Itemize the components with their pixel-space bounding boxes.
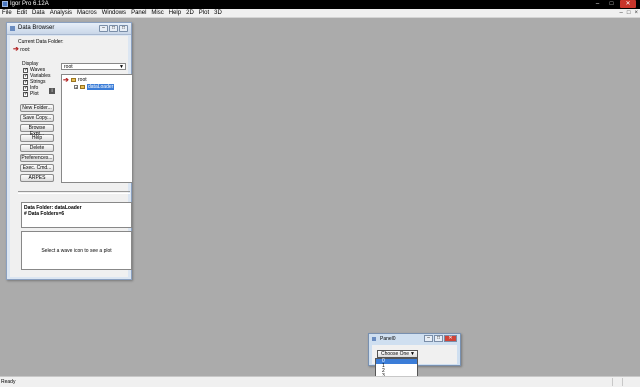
status-bar: Ready bbox=[0, 376, 640, 387]
browse-expt-button[interactable]: Browse Expt... bbox=[20, 124, 54, 137]
minimize-icon[interactable]: – bbox=[99, 25, 108, 32]
folder-tree[interactable]: ➔ root + dataLoader bbox=[61, 74, 133, 183]
panel0-controls: – □ ✕ bbox=[424, 335, 457, 342]
plot-preview: Select a wave icon to see a plot bbox=[21, 231, 132, 270]
help-button[interactable]: Help bbox=[20, 134, 54, 142]
menu-2d[interactable]: 2D bbox=[186, 10, 194, 16]
status-cell bbox=[622, 378, 630, 386]
igor-app-icon bbox=[2, 1, 8, 7]
menu-file[interactable]: File bbox=[2, 10, 12, 16]
data-browser-icon bbox=[10, 26, 15, 31]
menu-misc[interactable]: Misc bbox=[151, 10, 163, 16]
menu-edit[interactable]: Edit bbox=[17, 10, 27, 16]
menu-data[interactable]: Data bbox=[32, 10, 45, 16]
folder-dropdown[interactable]: root ▼ bbox=[61, 63, 126, 70]
restore-icon[interactable]: □ bbox=[109, 25, 118, 32]
minimize-icon[interactable]: – bbox=[424, 335, 433, 342]
checkbox-label: Plot bbox=[30, 91, 39, 97]
tree-item-label: dataLoader bbox=[87, 84, 115, 90]
menu-plot[interactable]: Plot bbox=[199, 10, 209, 16]
panel0-title: Panel0 bbox=[380, 336, 396, 342]
info-icon[interactable]: i bbox=[49, 88, 55, 94]
panel0-titlebar[interactable]: Panel0 – □ ✕ bbox=[369, 334, 460, 344]
menu-3d[interactable]: 3D bbox=[214, 10, 222, 16]
menu-windows[interactable]: Windows bbox=[102, 10, 126, 16]
data-browser-controls: – □ □ bbox=[99, 25, 128, 32]
menu-panel[interactable]: Panel bbox=[131, 10, 146, 16]
data-browser-titlebar[interactable]: Data Browser – □ □ bbox=[7, 23, 131, 35]
status-cell bbox=[612, 378, 620, 386]
folder-icon bbox=[71, 78, 76, 82]
data-browser-title: Data Browser bbox=[18, 25, 55, 31]
folder-info-box: Data Folder: dataLoader # Data Folders=6 bbox=[21, 202, 132, 228]
data-browser-body: Current Data Folder: ➔ root: Display Wav… bbox=[10, 36, 133, 277]
tree-item-label: root bbox=[78, 77, 87, 83]
splitter[interactable] bbox=[18, 191, 130, 194]
panel-icon bbox=[372, 337, 376, 341]
dropdown-arrow-icon: ▼ bbox=[410, 351, 415, 357]
expand-icon[interactable]: + bbox=[74, 85, 78, 90]
data-browser-window: Data Browser – □ □ Current Data Folder: … bbox=[6, 22, 133, 280]
plot-message: Select a wave icon to see a plot bbox=[41, 247, 112, 254]
current-folder-value: root: bbox=[20, 47, 31, 53]
mdi-minimize-icon[interactable]: – bbox=[620, 10, 623, 16]
mdi-close-icon[interactable]: × bbox=[634, 10, 638, 16]
close-icon[interactable]: ✕ bbox=[620, 0, 636, 8]
app-title: Igor Pro 6.12A bbox=[10, 1, 49, 7]
choose-one-label: Choose One bbox=[381, 351, 410, 357]
menu-analysis[interactable]: Analysis bbox=[50, 10, 72, 16]
choose-one-popup[interactable]: Choose One ▼ bbox=[377, 350, 418, 358]
checkbox-icon[interactable] bbox=[23, 91, 28, 97]
folder-icon bbox=[80, 85, 85, 89]
save-copy-button[interactable]: Save Copy... bbox=[20, 114, 54, 122]
window-controls: – □ ✕ bbox=[592, 0, 636, 8]
mdi-controls: – □ × bbox=[620, 10, 638, 16]
red-arrow-icon: ➔ bbox=[13, 46, 19, 53]
red-arrow-icon: ➔ bbox=[63, 77, 69, 84]
delete-button[interactable]: Delete bbox=[20, 144, 54, 152]
maximize-icon[interactable]: □ bbox=[434, 335, 443, 342]
folder-dropdown-value: root bbox=[64, 64, 73, 70]
close-icon[interactable]: ✕ bbox=[444, 335, 457, 342]
tree-item-dataloader[interactable]: + dataLoader bbox=[74, 84, 115, 90]
maximize-icon[interactable]: □ bbox=[606, 0, 617, 8]
app-titlebar: Igor Pro 6.12A – □ ✕ bbox=[0, 0, 640, 9]
checkbox-plot[interactable]: Plot bbox=[23, 91, 50, 97]
arpes-button[interactable]: ARPES bbox=[20, 174, 54, 182]
tree-item-root[interactable]: ➔ root bbox=[63, 77, 87, 84]
menu-help[interactable]: Help bbox=[169, 10, 181, 16]
maximize-icon[interactable]: □ bbox=[119, 25, 128, 32]
exec-cmd-button[interactable]: Exec. Cmd... bbox=[20, 164, 54, 172]
display-checkboxes: Waves Variables Strings Info Plot bbox=[23, 67, 50, 97]
dropdown-arrow-icon: ▼ bbox=[119, 64, 124, 70]
status-text: Ready bbox=[1, 379, 16, 385]
menu-bar: File Edit Data Analysis Macros Windows P… bbox=[0, 9, 640, 18]
browser-button-column: New Folder... Save Copy... Browse Expt..… bbox=[20, 104, 54, 184]
current-folder-row: ➔ root: bbox=[13, 45, 30, 53]
menu-macros[interactable]: Macros bbox=[77, 10, 97, 16]
info-line: # Data Folders=6 bbox=[24, 211, 65, 217]
minimize-icon[interactable]: – bbox=[592, 0, 603, 8]
mdi-restore-icon[interactable]: □ bbox=[627, 10, 631, 16]
preferences-button[interactable]: Preferences... bbox=[20, 154, 54, 162]
new-folder-button[interactable]: New Folder... bbox=[20, 104, 54, 112]
